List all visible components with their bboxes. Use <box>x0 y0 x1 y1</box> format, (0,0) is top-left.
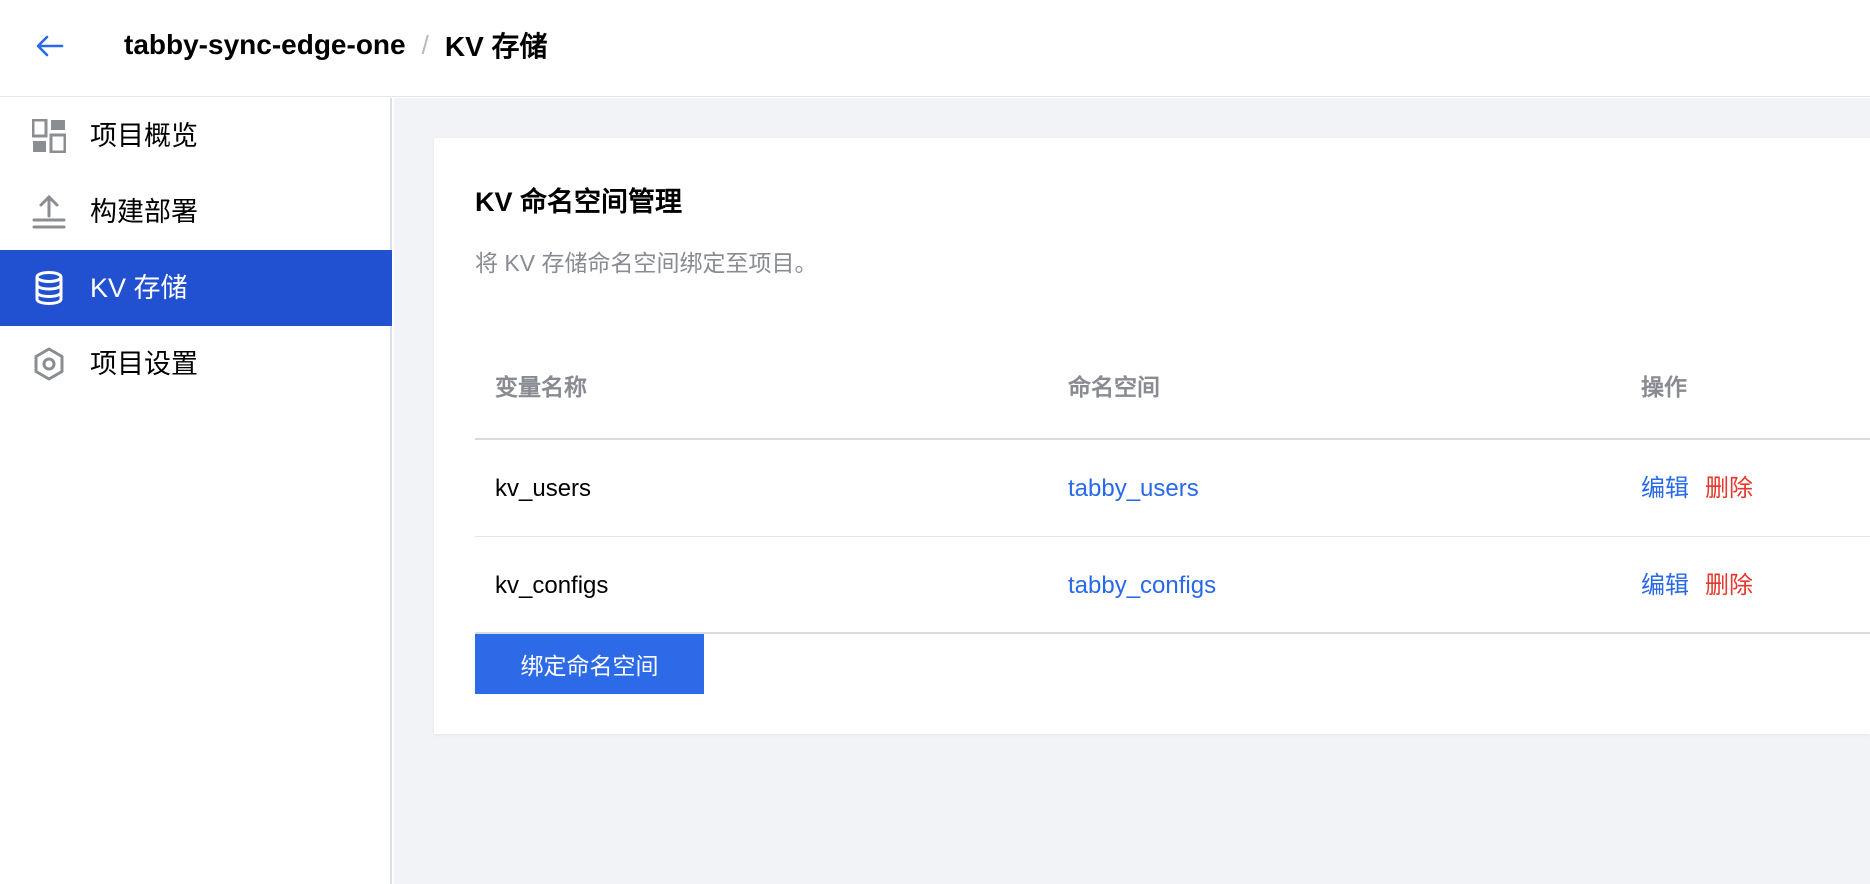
edit-button[interactable]: 编辑 <box>1641 572 1689 599</box>
top-header: tabby-sync-edge-one / KV 存储 <box>0 0 1870 97</box>
card-description: 将 KV 存储命名空间绑定至项目。 <box>475 250 818 276</box>
database-icon <box>31 270 67 306</box>
sidebar-item-label: 项目概览 <box>90 121 198 151</box>
sidebar-item-build-deploy[interactable]: 构建部署 <box>0 174 392 250</box>
variable-name: kv_configs <box>495 572 609 599</box>
breadcrumb-project[interactable]: tabby-sync-edge-one <box>124 29 406 61</box>
bind-namespace-button[interactable]: 绑定命名空间 <box>475 634 704 694</box>
upload-icon <box>31 194 67 230</box>
back-button[interactable] <box>30 26 70 66</box>
sidebar-item-label: KV 存储 <box>90 273 188 303</box>
row-actions: 编辑 删除 <box>1641 440 1753 537</box>
namespace-table: 变量名称 命名空间 操作 kv_users tabby_users 编辑 删除 k… <box>475 332 1870 634</box>
sidebar-item-kv-storage[interactable]: KV 存储 <box>0 250 392 326</box>
table-header: 变量名称 命名空间 操作 <box>475 332 1870 440</box>
sidebar-item-label: 项目设置 <box>90 349 198 379</box>
arrow-left-icon <box>36 35 64 57</box>
sidebar-item-label: 构建部署 <box>90 197 198 227</box>
dashboard-icon <box>31 118 67 154</box>
kv-namespace-card: KV 命名空间管理 将 KV 存储命名空间绑定至项目。 变量名称 命名空间 操作… <box>434 138 1870 734</box>
sidebar-item-overview[interactable]: 项目概览 <box>0 98 392 174</box>
namespace-link[interactable]: tabby_configs <box>1068 537 1216 634</box>
column-header-actions: 操作 <box>1641 374 1687 400</box>
breadcrumb: tabby-sync-edge-one / KV 存储 <box>124 0 548 90</box>
table-row: kv_configs tabby_configs 编辑 删除 <box>475 537 1870 634</box>
breadcrumb-current: KV 存储 <box>444 31 548 62</box>
edit-button[interactable]: 编辑 <box>1641 475 1689 502</box>
variable-name: kv_users <box>495 475 592 502</box>
row-actions: 编辑 删除 <box>1641 537 1753 634</box>
delete-button[interactable]: 删除 <box>1705 475 1753 502</box>
breadcrumb-separator: / <box>421 29 429 60</box>
table-row: kv_users tabby_users 编辑 删除 <box>475 440 1870 537</box>
delete-button[interactable]: 删除 <box>1705 572 1753 599</box>
sidebar: 项目概览 构建部署 KV 存储 项目设置 <box>0 98 392 884</box>
card-title: KV 命名空间管理 <box>475 187 683 217</box>
column-header-namespace: 命名空间 <box>1068 374 1160 400</box>
column-header-variable: 变量名称 <box>495 374 587 400</box>
namespace-link[interactable]: tabby_users <box>1068 440 1199 537</box>
main-content: KV 命名空间管理 将 KV 存储命名空间绑定至项目。 变量名称 命名空间 操作… <box>394 98 1870 884</box>
hexagon-settings-icon <box>31 346 67 382</box>
sidebar-item-settings[interactable]: 项目设置 <box>0 326 392 402</box>
